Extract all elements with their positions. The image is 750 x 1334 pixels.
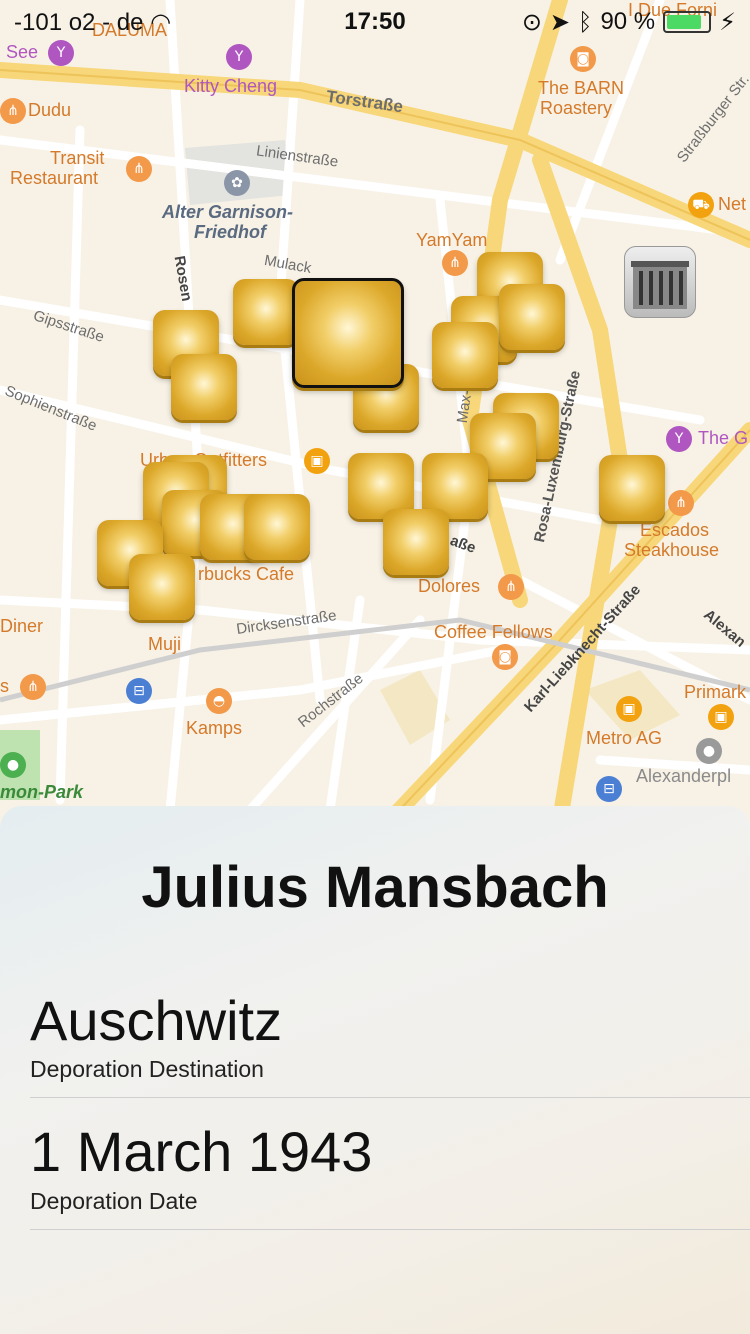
shopping-bag-icon[interactable]: ▣ (708, 704, 734, 730)
poi-label-kitty-cheng[interactable]: Kitty Cheng (184, 76, 277, 97)
location-dot-icon[interactable]: ● (696, 738, 722, 764)
shopping-cart-icon[interactable]: ⛟ (688, 192, 714, 218)
location-arrow-icon: ➤ (549, 8, 571, 36)
train-station-icon[interactable]: ⊟ (126, 678, 152, 704)
divider (30, 1097, 750, 1098)
stolperstein-marker[interactable] (171, 354, 237, 420)
poi-label-muji[interactable]: Muji (148, 634, 181, 655)
bluetooth-icon: ᛒ (578, 8, 593, 36)
poi-label-steakhouse[interactable]: Steakhouse (624, 540, 719, 561)
battery-level (667, 15, 702, 29)
date-value: 1 March 1943 (30, 1120, 373, 1183)
shopping-bag-icon[interactable]: ▣ (304, 448, 330, 474)
place-label-friedhof[interactable]: Friedhof (194, 222, 266, 243)
place-label-park[interactable]: mon-Park (0, 782, 83, 803)
poi-label-see[interactable]: See (6, 42, 38, 63)
poi-label-diner[interactable]: Diner (0, 616, 43, 637)
bar-icon[interactable]: Y (226, 44, 252, 70)
place-label-alter-garnison[interactable]: Alter Garnison- (162, 202, 293, 223)
poi-label-the-g[interactable]: The G (698, 428, 748, 449)
poi-label-netto[interactable]: Net (718, 194, 746, 215)
shopping-bag-icon[interactable]: ▣ (616, 696, 642, 722)
poi-label-roastery[interactable]: Roastery (540, 98, 612, 119)
battery-icon (663, 11, 712, 33)
restaurant-icon[interactable]: ⋔ (126, 156, 152, 182)
bakery-icon[interactable]: ◓ (206, 688, 232, 714)
poi-label-escados[interactable]: Escados (640, 520, 709, 541)
restaurant-icon[interactable]: ⋔ (498, 574, 524, 600)
poi-label-transit[interactable]: Transit (50, 148, 104, 169)
destination-value: Auschwitz (30, 989, 283, 1052)
stolperstein-marker-selected[interactable] (292, 278, 404, 388)
bar-icon[interactable]: Y (666, 426, 692, 452)
restaurant-icon[interactable]: ⋔ (20, 674, 46, 700)
stolperstein-marker[interactable] (432, 322, 498, 388)
destination-label: Deporation Destination (30, 1056, 264, 1082)
poi-label-metro-ag[interactable]: Metro AG (586, 728, 662, 749)
park-icon[interactable]: ● (0, 752, 26, 778)
rotation-lock-icon: ⊙ (521, 8, 542, 36)
poi-label-kamps[interactable]: Kamps (186, 718, 242, 739)
stolperstein-marker[interactable] (383, 509, 449, 575)
map-view[interactable]: See Y DALUMA I Due Forni Y Kitty Cheng T… (0, 0, 750, 828)
stolperstein-marker[interactable] (599, 455, 665, 521)
stolperstein-marker[interactable] (244, 494, 310, 560)
detail-sheet[interactable]: Julius Mansbach Auschwitz Deporation Des… (0, 806, 750, 1334)
train-station-icon[interactable]: ⊟ (596, 776, 622, 802)
poi-label-dolores[interactable]: Dolores (418, 576, 480, 597)
poi-label-coffee-fellows[interactable]: Coffee Fellows (434, 622, 553, 643)
bar-icon[interactable]: Y (48, 40, 74, 66)
stolperstein-marker[interactable] (129, 554, 195, 620)
restaurant-icon[interactable]: ⋔ (0, 98, 26, 124)
person-name: Julius Mansbach (141, 855, 609, 920)
poi-label-the-barn[interactable]: The BARN (538, 78, 624, 99)
coffee-icon[interactable]: ◙ (492, 644, 518, 670)
divider (30, 1229, 750, 1230)
date-label: Deporation Date (30, 1188, 198, 1214)
restaurant-icon[interactable]: ⋔ (442, 250, 468, 276)
poi-label-primark[interactable]: Primark (684, 682, 746, 703)
poi-label-yamyam[interactable]: YamYam (416, 230, 487, 251)
poi-label-restaurant[interactable]: Restaurant (10, 168, 98, 189)
battery-percent: 90 % (600, 8, 656, 35)
status-right: ⊙ ➤ ᛒ 90 % ⚡ (522, 8, 736, 36)
stolperstein-marker[interactable] (499, 284, 565, 350)
charging-icon: ⚡ (719, 8, 736, 36)
poi-label-starbucks[interactable]: rbucks Cafe (198, 564, 294, 585)
place-label-alexanderplatz[interactable]: Alexanderpl (636, 766, 731, 787)
building-landmark-icon[interactable] (624, 246, 696, 318)
stolperstein-marker[interactable] (233, 279, 299, 345)
status-bar: -101 o2 - de ◠ 17:50 ⊙ ➤ ᛒ 90 % ⚡ (0, 0, 750, 40)
cemetery-icon[interactable]: ✿ (224, 170, 250, 196)
coffee-icon[interactable]: ◙ (570, 46, 596, 72)
poi-label-dudu[interactable]: Dudu (28, 100, 71, 121)
poi-label-fragment-s[interactable]: s (0, 676, 9, 697)
restaurant-icon[interactable]: ⋔ (668, 490, 694, 516)
